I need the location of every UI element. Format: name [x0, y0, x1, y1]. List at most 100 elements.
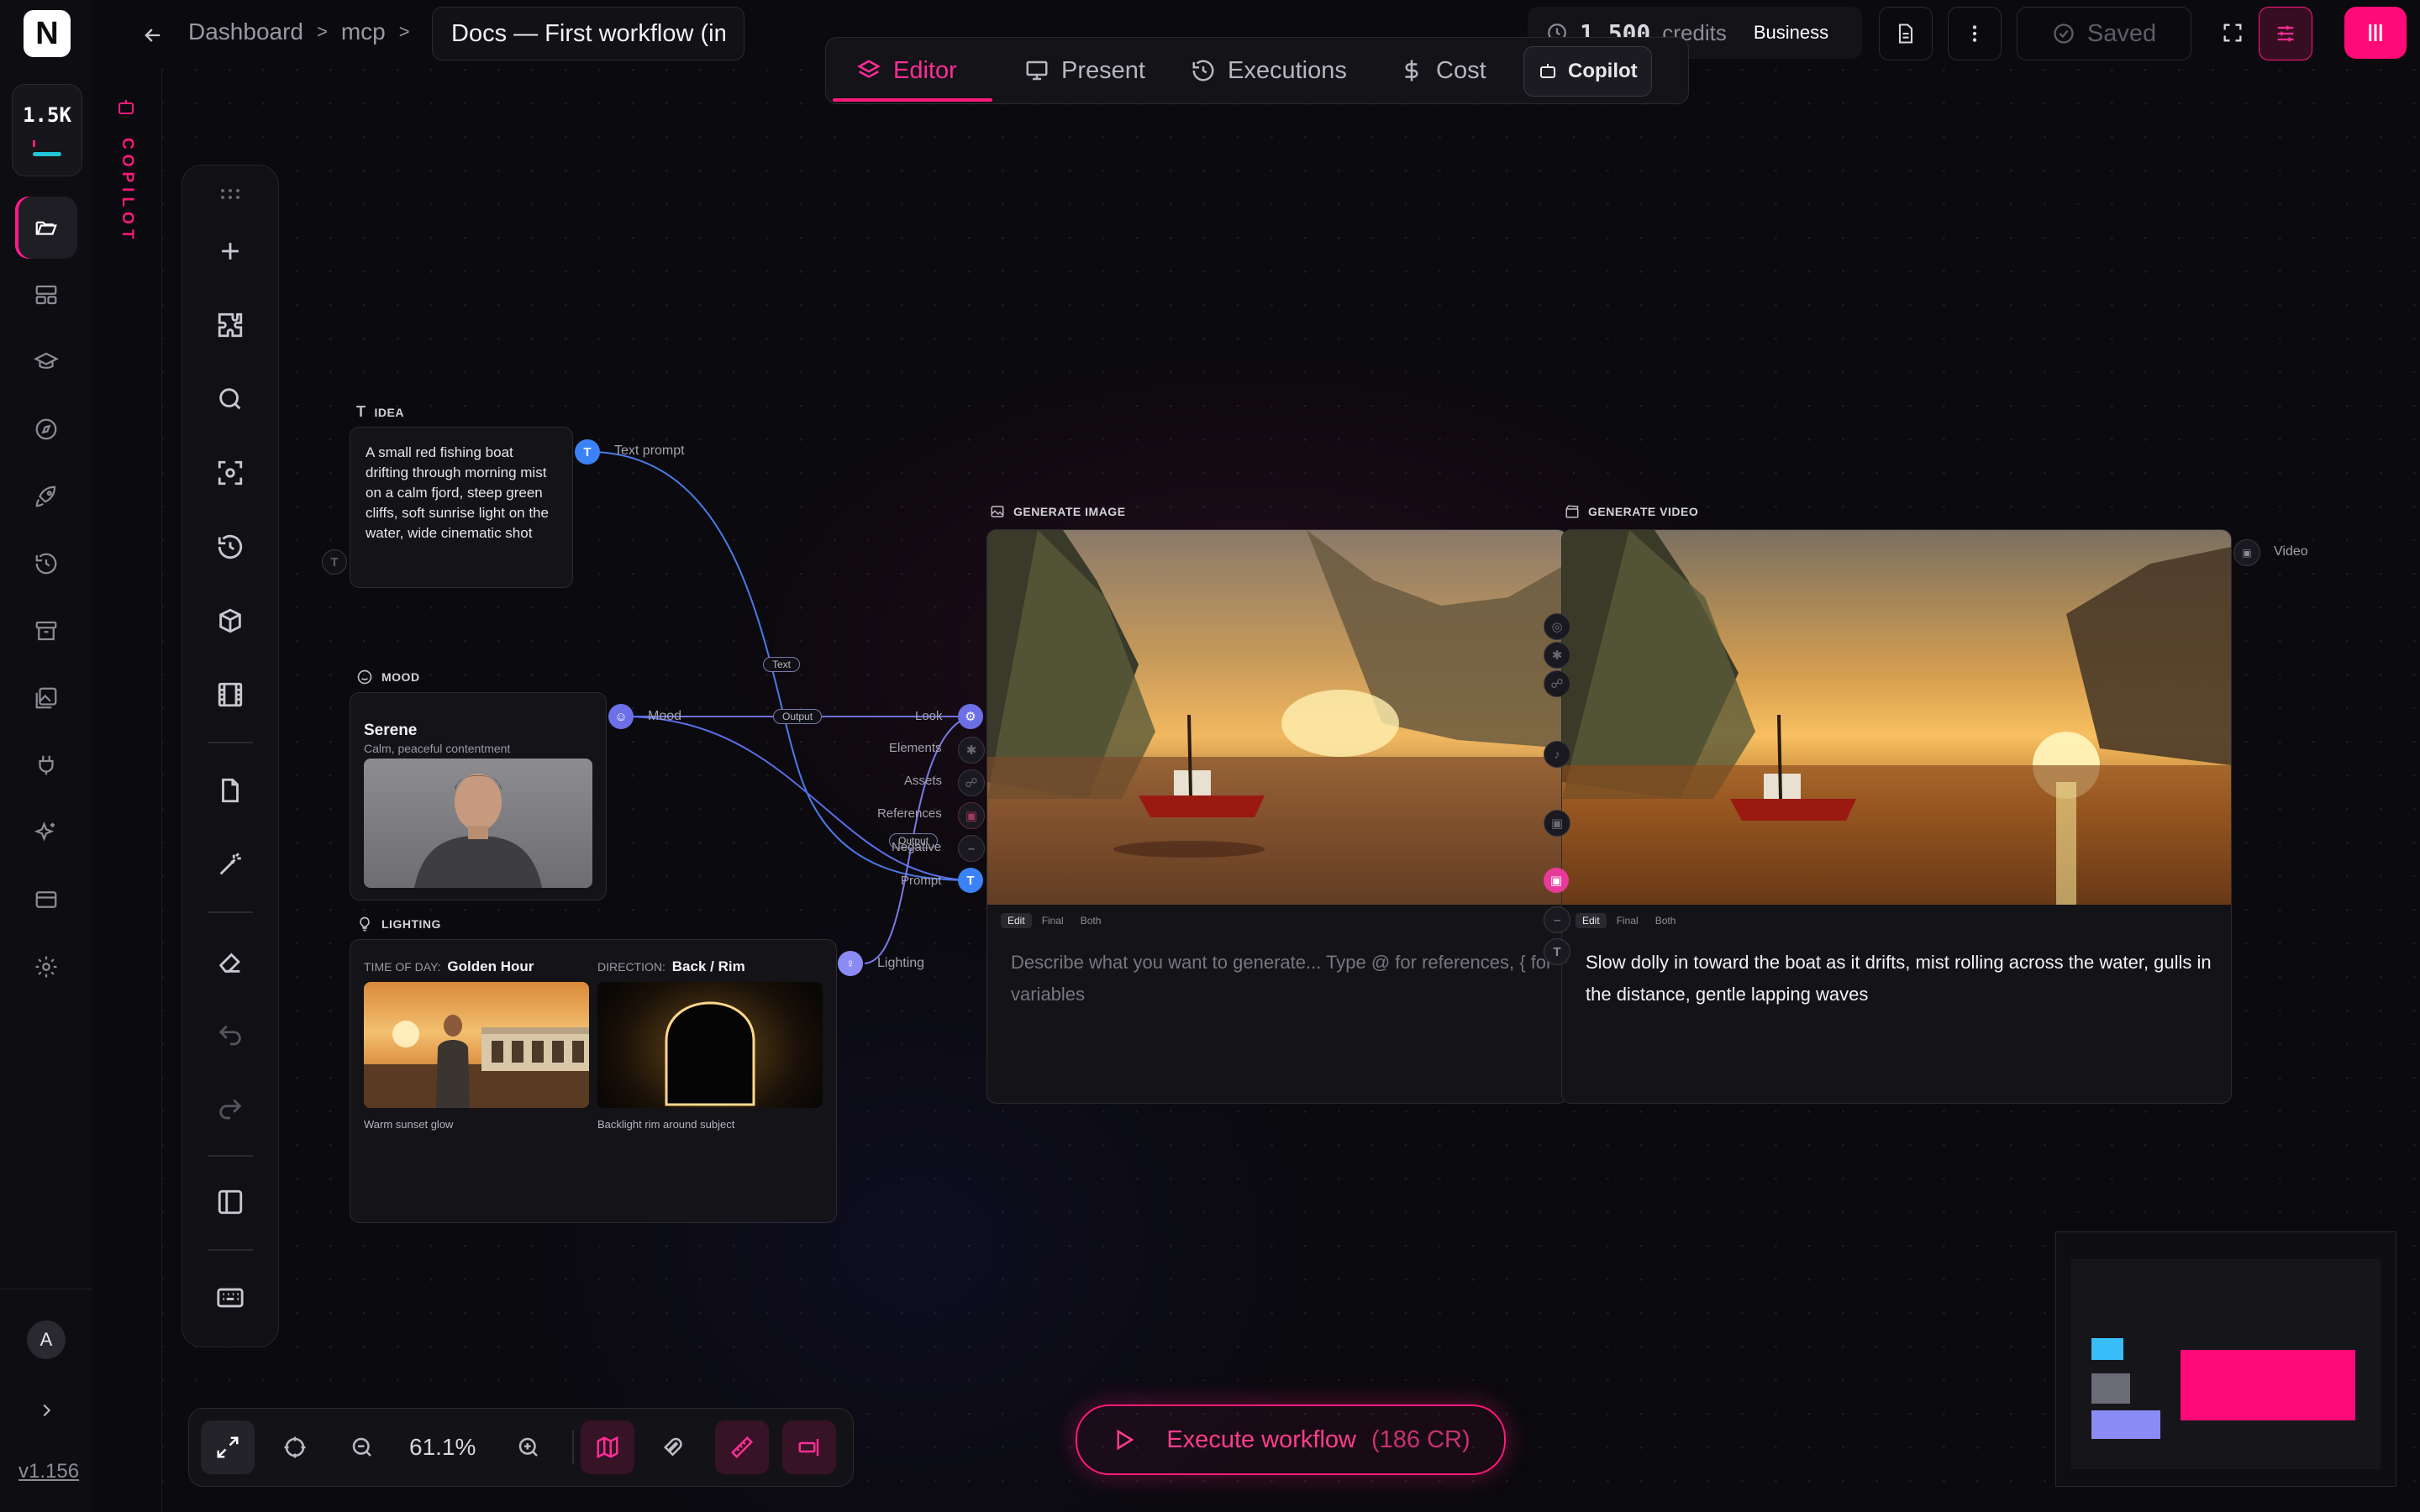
video-prompt-port[interactable]: T — [1544, 938, 1570, 965]
magic-wand-icon — [219, 853, 241, 875]
add-node-button[interactable] — [205, 226, 255, 276]
notes-button[interactable] — [205, 765, 255, 816]
video-input-port-3[interactable]: ☍ — [1544, 670, 1570, 697]
tab-editor[interactable]: Editor — [843, 45, 971, 97]
assets-input-port[interactable]: ☍ — [958, 769, 985, 796]
mood-node[interactable]: Serene Calm, peaceful contentment — [350, 692, 607, 900]
idea-input-port[interactable]: T — [322, 549, 347, 575]
gallery-nav-button[interactable] — [15, 667, 77, 729]
lighting-node[interactable]: TIME OF DAY: Golden Hour Warm sunset glo… — [350, 939, 837, 1223]
templates-nav-button[interactable] — [15, 264, 77, 326]
golden-hour-image[interactable] — [364, 982, 589, 1108]
video-image-input-port[interactable]: ▣ — [1544, 868, 1569, 893]
video-input-port-4[interactable]: ♪ — [1544, 741, 1570, 768]
assets-button[interactable] — [205, 596, 255, 646]
zoom-in-button[interactable] — [502, 1420, 555, 1474]
backlight-image[interactable] — [597, 982, 823, 1108]
magic-button[interactable] — [205, 839, 255, 890]
expand-rail-button[interactable] — [32, 1396, 60, 1425]
image-prompt-input[interactable]: Describe what you want to generate... Ty… — [1011, 947, 1557, 1011]
doc-title-input[interactable]: Docs — First workflow (im — [432, 7, 744, 60]
idea-node[interactable]: A small red fishing boat drifting throug… — [350, 427, 573, 588]
idea-output-port[interactable]: T — [575, 439, 600, 465]
generate-image-preview[interactable] — [987, 530, 1567, 905]
video-input-port-1[interactable]: ◎ — [1544, 613, 1570, 640]
tab-present[interactable]: Present — [1011, 45, 1159, 97]
integrations-nav-button[interactable] — [15, 734, 77, 796]
ruler-toggle-button[interactable] — [715, 1420, 769, 1474]
generate-video-node[interactable]: Edit Final Both Slow dolly in toward the… — [1561, 529, 2232, 1104]
sliders-icon — [2277, 25, 2294, 42]
explore-nav-button[interactable] — [15, 398, 77, 460]
tab-final[interactable]: Final — [1610, 913, 1645, 928]
tab-cost[interactable]: Cost — [1386, 45, 1500, 97]
projects-nav-button[interactable] — [15, 197, 77, 259]
redo-button[interactable] — [205, 1084, 255, 1135]
billing-nav-button[interactable] — [15, 869, 77, 931]
credits-meter[interactable]: 1.5K — [12, 84, 82, 176]
avatar[interactable]: A — [27, 1320, 66, 1359]
video-prompt-input[interactable]: Slow dolly in toward the boat as it drif… — [1586, 947, 2216, 1011]
breadcrumb-mcp[interactable]: mcp — [341, 18, 386, 45]
undo-button[interactable] — [205, 1011, 255, 1061]
video-output-port[interactable]: ▣ — [2233, 539, 2260, 566]
tab-edit[interactable]: Edit — [1576, 913, 1607, 928]
generate-image-node[interactable]: Edit Final Both Describe what you want t… — [986, 529, 1568, 1104]
palette-drag-handle[interactable] — [205, 184, 255, 204]
more-menu-button[interactable] — [1948, 7, 2002, 60]
saved-button[interactable]: Saved — [2017, 7, 2191, 60]
center-view-button[interactable] — [268, 1420, 322, 1474]
zoom-out-button[interactable] — [335, 1420, 389, 1474]
references-input-port[interactable]: ▣ — [958, 802, 985, 829]
app-logo[interactable]: N — [24, 10, 71, 57]
mood-output-port[interactable]: ☺ — [608, 704, 634, 729]
minimap-toggle-button[interactable] — [581, 1420, 634, 1474]
scan-button[interactable] — [205, 448, 255, 498]
search-button[interactable] — [205, 374, 255, 424]
breadcrumb-separator: > — [316, 21, 328, 42]
lighting-output-port[interactable]: ♀ — [838, 951, 863, 976]
back-button[interactable] — [134, 17, 171, 54]
properties-panel-button[interactable] — [2259, 7, 2312, 60]
plugins-button[interactable] — [205, 300, 255, 350]
tab-copilot[interactable]: Copilot — [1523, 46, 1652, 97]
launch-nav-button[interactable] — [15, 465, 77, 528]
learn-nav-button[interactable] — [15, 331, 77, 393]
panel-toggle-button[interactable] — [205, 1177, 255, 1227]
guides-toggle-button[interactable] — [782, 1420, 836, 1474]
tab-edit[interactable]: Edit — [1001, 913, 1032, 928]
history-nav-button[interactable] — [15, 533, 77, 595]
history-button[interactable] — [205, 522, 255, 572]
eraser-button[interactable] — [205, 937, 255, 987]
fit-view-button[interactable] — [201, 1420, 255, 1474]
breadcrumb-dashboard[interactable]: Dashboard — [188, 18, 303, 45]
tab-both[interactable]: Both — [1649, 913, 1683, 928]
look-input-port[interactable]: ⚙ — [958, 704, 983, 729]
archive-nav-button[interactable] — [15, 600, 77, 662]
tab-both[interactable]: Both — [1074, 913, 1108, 928]
prompt-input-port[interactable]: T — [958, 868, 983, 893]
elements-input-port[interactable]: ✱ — [958, 737, 985, 764]
idea-text[interactable]: A small red fishing boat drifting throug… — [350, 428, 572, 559]
docs-button[interactable] — [1879, 7, 1933, 60]
split-view-button[interactable] — [2344, 7, 2407, 59]
ai-nav-button[interactable] — [15, 801, 77, 864]
zoom-level[interactable]: 61.1% — [409, 1434, 476, 1461]
execute-workflow-button[interactable]: Execute workflow (186 CR) — [1076, 1404, 1506, 1475]
shortcuts-button[interactable] — [205, 1273, 255, 1323]
tab-final[interactable]: Final — [1035, 913, 1071, 928]
settings-nav-button[interactable] — [15, 936, 77, 998]
minimap[interactable] — [2055, 1231, 2396, 1487]
video-input-port-2[interactable]: ✱ — [1544, 642, 1570, 669]
more-vertical-icon — [1972, 25, 1977, 42]
version-label[interactable]: v1.156 — [18, 1460, 79, 1483]
tab-executions[interactable]: Executions — [1177, 45, 1360, 97]
video-input-port-5[interactable]: ▣ — [1544, 810, 1570, 837]
snap-toggle-button[interactable] — [648, 1420, 702, 1474]
negative-input-port[interactable]: – — [958, 835, 985, 862]
media-button[interactable] — [205, 669, 255, 720]
video-negative-port[interactable]: – — [1544, 906, 1570, 933]
generate-video-preview[interactable] — [1562, 530, 2231, 905]
copilot-strip[interactable]: COPILOT — [92, 69, 162, 1512]
fullscreen-button[interactable] — [2207, 7, 2259, 59]
